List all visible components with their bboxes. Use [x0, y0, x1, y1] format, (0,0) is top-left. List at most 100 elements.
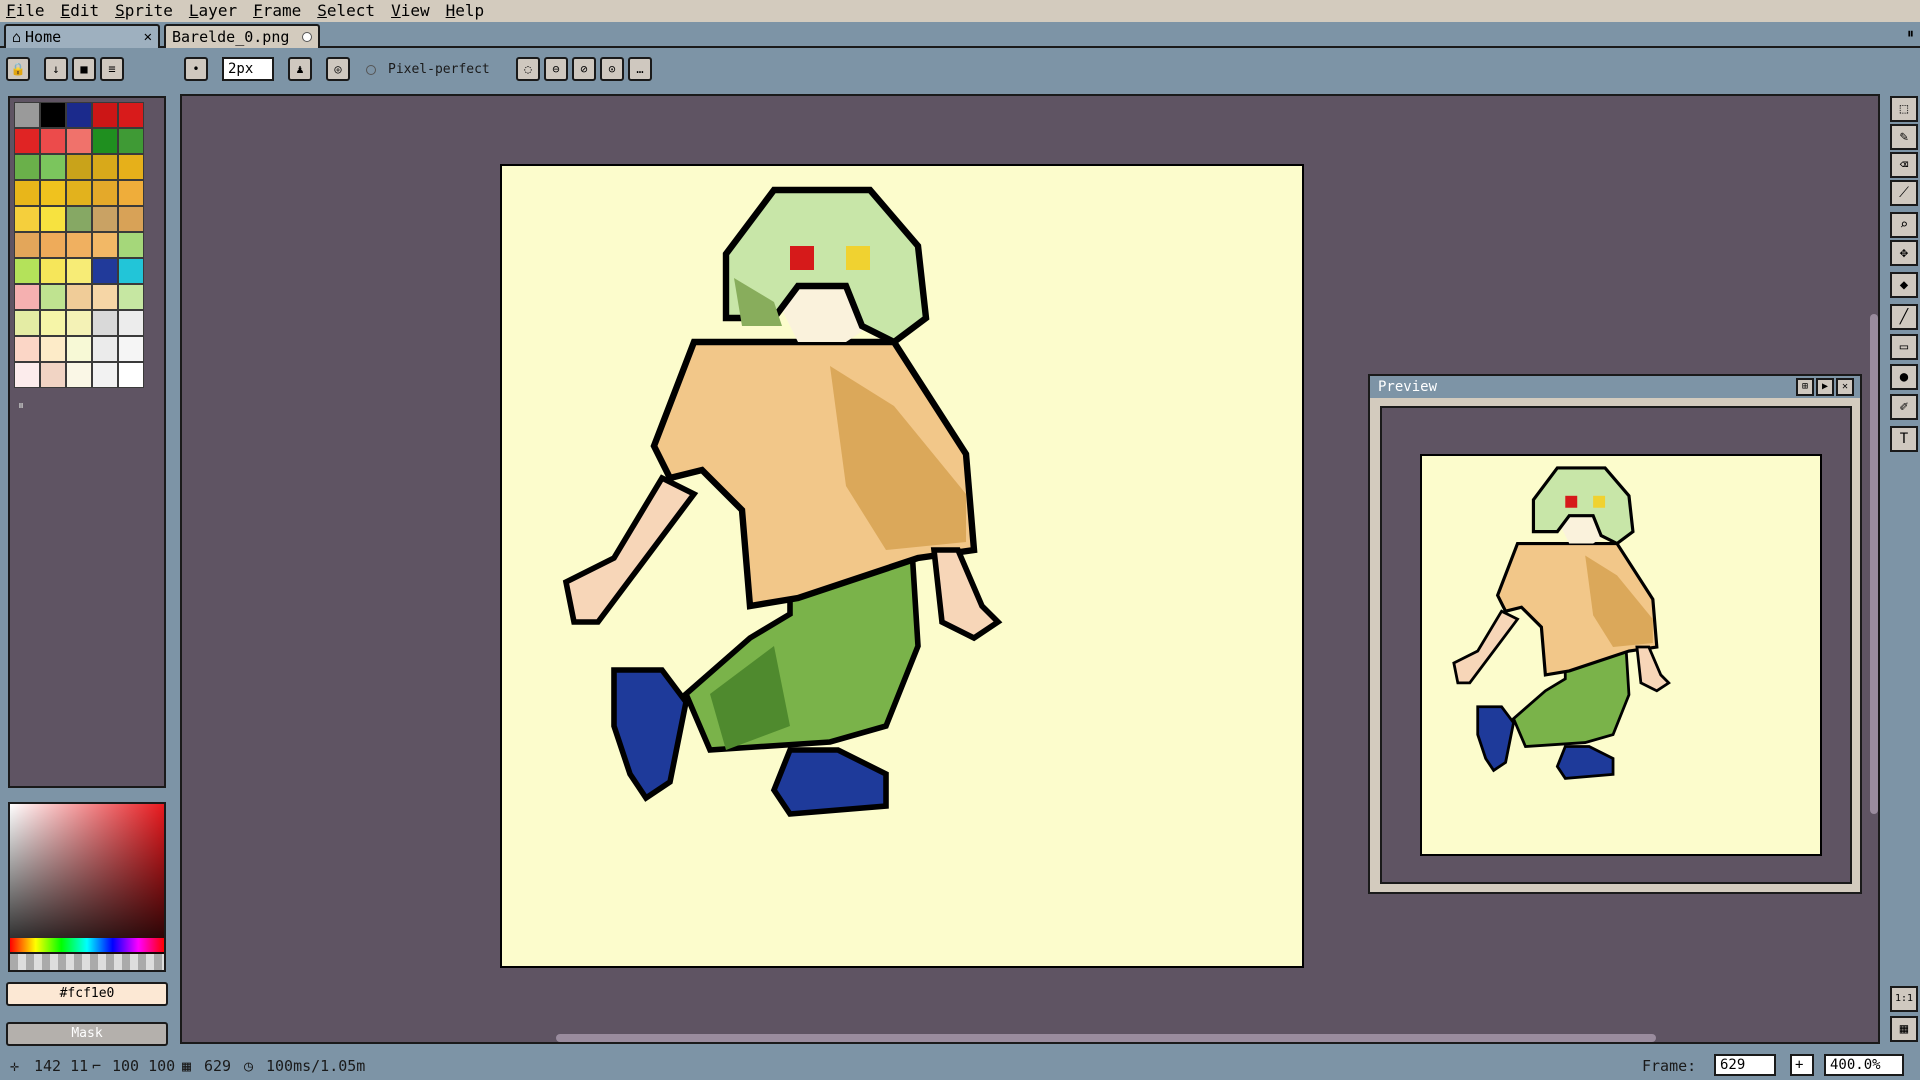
- palette-swatch[interactable]: [40, 180, 66, 206]
- ink-icon[interactable]: ♟: [288, 57, 312, 81]
- palette-swatch[interactable]: [92, 284, 118, 310]
- actual-size-icon[interactable]: 1:1: [1890, 986, 1918, 1012]
- palette-swatch[interactable]: [14, 258, 40, 284]
- palette-swatch[interactable]: [118, 154, 144, 180]
- dynamics-icon[interactable]: ◌: [516, 57, 540, 81]
- palette-swatch[interactable]: [40, 258, 66, 284]
- palette-swatch[interactable]: [118, 102, 144, 128]
- mask-button[interactable]: Mask: [6, 1022, 168, 1046]
- palette-swatch[interactable]: [118, 336, 144, 362]
- down-arrow-icon[interactable]: ↓: [44, 57, 68, 81]
- palette-swatch[interactable]: [66, 336, 92, 362]
- rectangle-tool-icon[interactable]: ▭: [1890, 334, 1918, 360]
- palette-swatch[interactable]: [66, 154, 92, 180]
- palette-swatch[interactable]: [92, 102, 118, 128]
- palette-swatch[interactable]: [66, 310, 92, 336]
- frame-input[interactable]: 629: [1714, 1054, 1776, 1076]
- palette-swatch[interactable]: [118, 128, 144, 154]
- blur-tool-icon[interactable]: ✐: [1890, 394, 1918, 420]
- palette-swatch[interactable]: [14, 284, 40, 310]
- palette-swatch[interactable]: [66, 284, 92, 310]
- stop-icon[interactable]: ■: [72, 57, 96, 81]
- menu-select[interactable]: Select: [311, 0, 385, 22]
- palette-swatch[interactable]: [66, 180, 92, 206]
- palette-swatch[interactable]: [40, 128, 66, 154]
- palette-swatch[interactable]: [14, 232, 40, 258]
- preview-zoom-icon[interactable]: ⊞: [1796, 378, 1814, 396]
- palette-swatch[interactable]: [92, 310, 118, 336]
- palette-swatch[interactable]: [40, 102, 66, 128]
- color-hex-field[interactable]: #fcf1e0: [6, 982, 168, 1006]
- tabs-menu-icon[interactable]: ⏸: [1907, 26, 1914, 42]
- eyedropper-tool-icon[interactable]: ⟋: [1890, 180, 1918, 206]
- palette-swatch[interactable]: [14, 310, 40, 336]
- palette-swatch[interactable]: [14, 180, 40, 206]
- palette-swatch[interactable]: [14, 102, 40, 128]
- palette-swatch[interactable]: [92, 258, 118, 284]
- brush-shape-icon[interactable]: •: [184, 57, 208, 81]
- palette-swatch[interactable]: [40, 336, 66, 362]
- palette-swatch[interactable]: [14, 362, 40, 388]
- menu-layer[interactable]: Layer: [183, 0, 247, 22]
- sprite-canvas[interactable]: [500, 164, 1304, 968]
- pattern-icon[interactable]: ⊘: [572, 57, 596, 81]
- palette-resize-handle-icon[interactable]: ⏸: [18, 398, 24, 413]
- marquee-tool-icon[interactable]: ⬚: [1890, 96, 1918, 122]
- palette-swatch[interactable]: [14, 336, 40, 362]
- brush-size-input[interactable]: 2px: [222, 57, 274, 81]
- hue-slider[interactable]: [10, 938, 164, 952]
- palette-swatch[interactable]: [40, 154, 66, 180]
- palette-swatch[interactable]: [14, 206, 40, 232]
- palette-swatch[interactable]: [66, 102, 92, 128]
- modified-dot-icon[interactable]: [302, 32, 312, 42]
- eraser-tool-icon[interactable]: ⌫: [1890, 152, 1918, 178]
- palette-swatch[interactable]: [14, 154, 40, 180]
- add-frame-icon[interactable]: +: [1790, 1054, 1814, 1076]
- menu-help[interactable]: Help: [440, 0, 495, 22]
- fill-tool-icon[interactable]: ◆: [1890, 272, 1918, 298]
- palette-swatch[interactable]: [118, 180, 144, 206]
- lock-icon[interactable]: 🔒: [6, 57, 30, 81]
- palette-swatch[interactable]: [118, 232, 144, 258]
- pencil-tool-icon[interactable]: ✎: [1890, 124, 1918, 150]
- palette-swatch[interactable]: [66, 362, 92, 388]
- palette-swatch[interactable]: [14, 128, 40, 154]
- horizontal-scrollbar[interactable]: [556, 1034, 1656, 1042]
- palette-swatch[interactable]: [118, 284, 144, 310]
- tab-home[interactable]: ⌂ Home ✕: [4, 24, 160, 48]
- preview-play-icon[interactable]: ▶: [1816, 378, 1834, 396]
- palette-swatch[interactable]: [92, 206, 118, 232]
- palette-swatch[interactable]: [118, 258, 144, 284]
- palette-swatch[interactable]: [40, 310, 66, 336]
- palette-swatch[interactable]: [66, 206, 92, 232]
- palette-swatch[interactable]: [92, 336, 118, 362]
- menu-frame[interactable]: Frame: [247, 0, 311, 22]
- zoom-input[interactable]: 400.0%: [1824, 1054, 1904, 1076]
- tab-file[interactable]: Barelde_0.png: [164, 24, 320, 48]
- close-icon[interactable]: ✕: [144, 26, 152, 48]
- preview-close-icon[interactable]: ✕: [1836, 378, 1854, 396]
- palette-swatch[interactable]: [92, 362, 118, 388]
- palette-swatch[interactable]: [92, 154, 118, 180]
- menu-sprite[interactable]: Sprite: [109, 0, 183, 22]
- blend-icon[interactable]: ⊙: [600, 57, 624, 81]
- timeline-toggle-icon[interactable]: ▦: [1890, 1016, 1918, 1042]
- menu-file[interactable]: File: [0, 0, 55, 22]
- palette-swatch[interactable]: [40, 284, 66, 310]
- line-tool-icon[interactable]: ╱: [1890, 304, 1918, 330]
- menu-view[interactable]: View: [385, 0, 440, 22]
- palette-swatch[interactable]: [92, 128, 118, 154]
- symmetry-icon[interactable]: ◎: [326, 57, 350, 81]
- menu-edit[interactable]: Edit: [55, 0, 110, 22]
- palette-swatch[interactable]: [118, 206, 144, 232]
- gradient-icon[interactable]: ⊖: [544, 57, 568, 81]
- palette-swatch[interactable]: [40, 362, 66, 388]
- palette-swatch[interactable]: [66, 232, 92, 258]
- move-tool-icon[interactable]: ✥: [1890, 240, 1918, 266]
- palette-swatch[interactable]: [66, 128, 92, 154]
- palette-swatch[interactable]: [66, 258, 92, 284]
- zoom-tool-icon[interactable]: ⌕: [1890, 212, 1918, 238]
- palette-swatch[interactable]: [92, 180, 118, 206]
- pixel-perfect-checkbox[interactable]: [366, 65, 376, 75]
- more-icon[interactable]: …: [628, 57, 652, 81]
